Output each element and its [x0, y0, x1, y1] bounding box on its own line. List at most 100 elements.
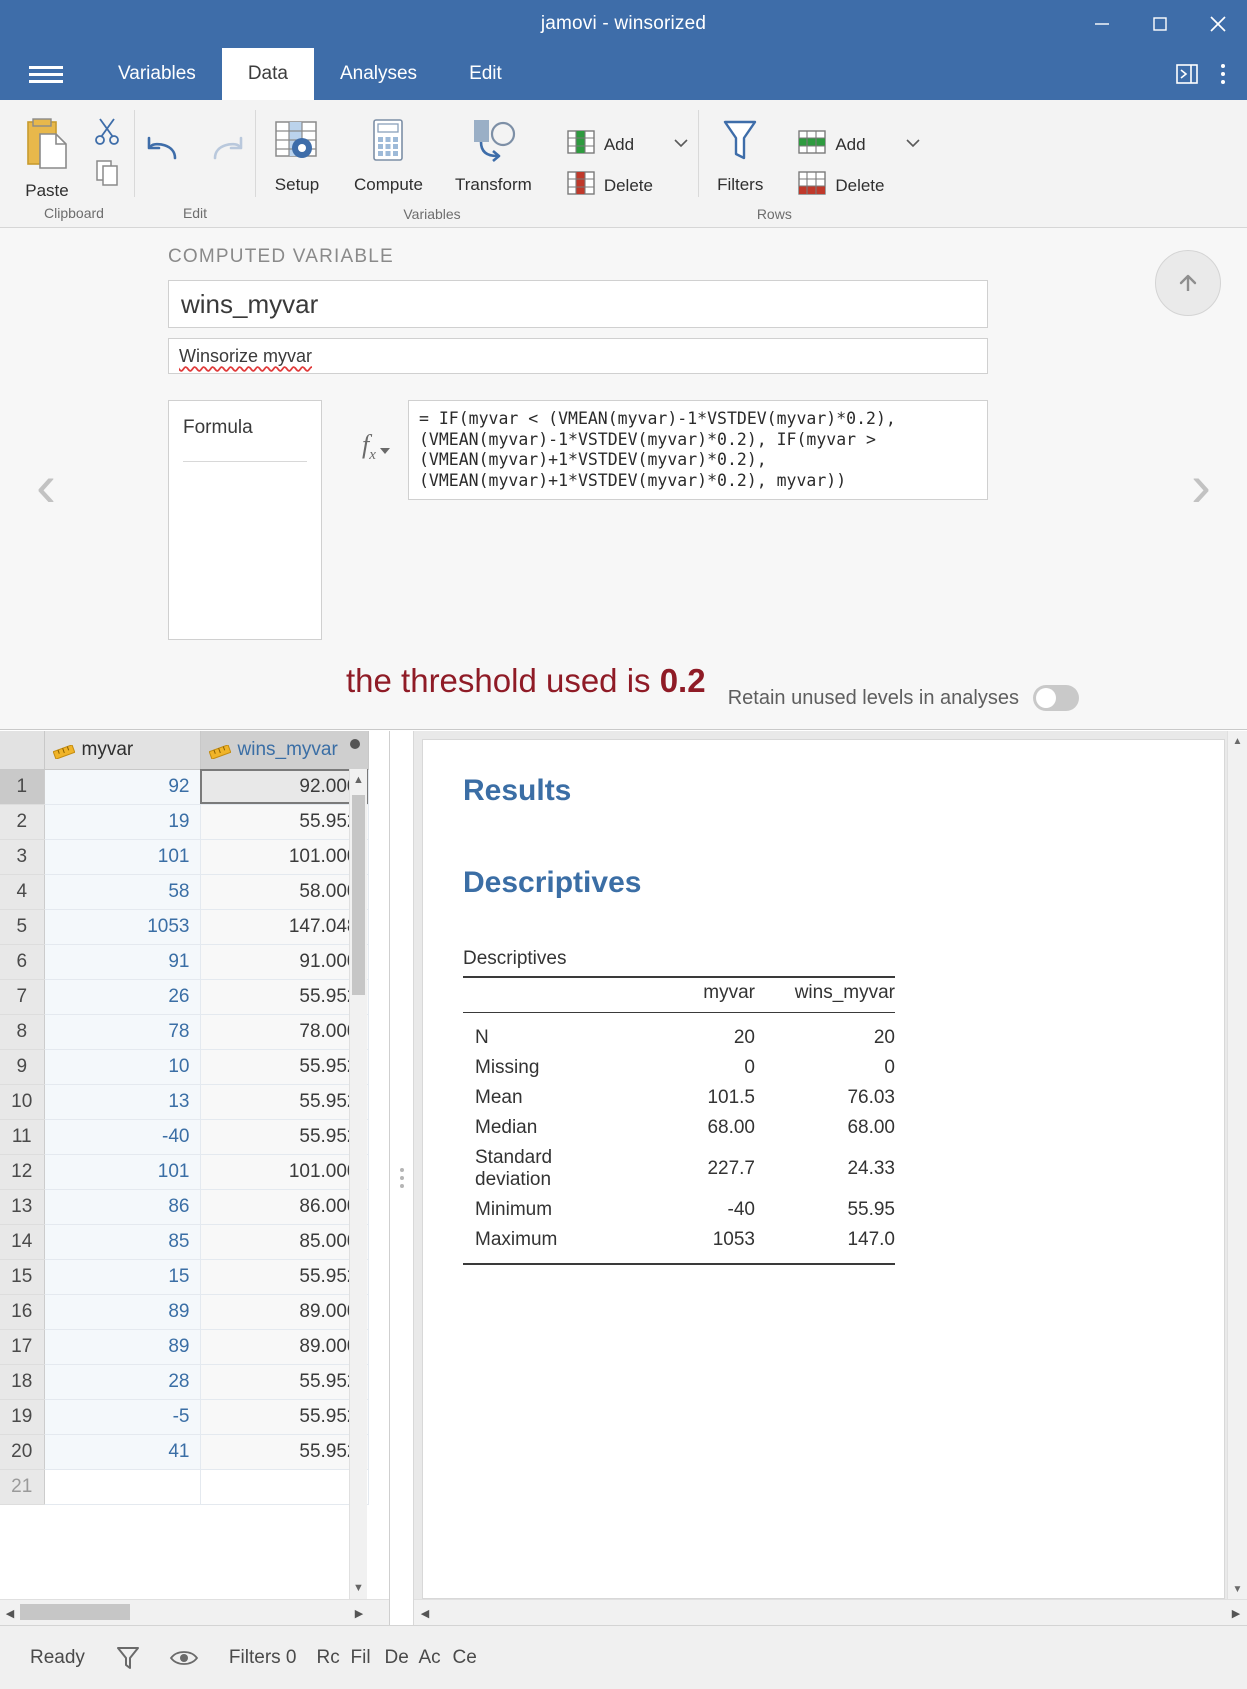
cell-myvar[interactable]: 58 — [44, 874, 201, 910]
scroll-up-icon[interactable]: ▲ — [350, 769, 367, 791]
results-scroll-down-icon[interactable]: ▼ — [1228, 1579, 1247, 1599]
table-row[interactable]: 19 -5 55.952 — [0, 1399, 369, 1435]
cell-wins-myvar[interactable]: 55.952 — [200, 979, 369, 1015]
cell-myvar[interactable]: 101 — [44, 839, 201, 875]
cell-wins-myvar[interactable]: 89.000 — [200, 1294, 369, 1330]
cell-wins-myvar[interactable]: 86.000 — [200, 1189, 369, 1225]
cell-myvar[interactable]: 1053 — [44, 909, 201, 945]
table-row[interactable]: 7 26 55.952 — [0, 979, 369, 1015]
eye-icon[interactable] — [155, 1647, 213, 1669]
results-scroll-left-icon[interactable]: ◀ — [414, 1600, 436, 1626]
row-number[interactable]: 13 — [0, 1189, 45, 1225]
previous-variable-arrow[interactable]: ‹ — [36, 456, 56, 516]
row-number[interactable]: 15 — [0, 1259, 45, 1295]
scroll-thumb-vertical[interactable] — [352, 795, 365, 995]
cell-myvar[interactable] — [44, 1469, 201, 1505]
compute-button[interactable]: Compute — [338, 112, 439, 199]
tab-analyses[interactable]: Analyses — [314, 48, 443, 100]
cell-myvar[interactable]: 85 — [44, 1224, 201, 1260]
row-number[interactable]: 4 — [0, 874, 45, 910]
chevron-down-icon[interactable] — [672, 136, 690, 154]
row-number[interactable]: 21 — [0, 1469, 45, 1505]
filter-icon-status[interactable] — [101, 1644, 155, 1672]
cell-myvar[interactable]: -5 — [44, 1399, 201, 1435]
cell-myvar[interactable]: 89 — [44, 1329, 201, 1365]
cell-wins-myvar[interactable]: 91.000 — [200, 944, 369, 980]
filters-button[interactable]: Filters — [699, 112, 781, 199]
transform-button[interactable]: Transform — [439, 112, 548, 199]
variable-description-input[interactable]: Winsorize myvar — [168, 338, 988, 374]
cell-myvar[interactable]: 10 — [44, 1049, 201, 1085]
variable-name-input[interactable]: wins_myvar — [168, 280, 988, 328]
column-header-myvar[interactable]: myvar — [44, 731, 201, 770]
expand-panel-icon[interactable] — [1167, 48, 1207, 100]
cell-myvar[interactable]: 26 — [44, 979, 201, 1015]
add-row-button[interactable]: Add — [789, 124, 929, 165]
table-row[interactable]: 10 13 55.952 — [0, 1084, 369, 1120]
cell-wins-myvar[interactable]: 55.952 — [200, 1434, 369, 1470]
formula-input[interactable]: = IF(myvar < (VMEAN(myvar)-1*VSTDEV(myva… — [408, 400, 988, 500]
row-number[interactable]: 16 — [0, 1294, 45, 1330]
cell-wins-myvar[interactable]: 92.000 — [200, 769, 369, 805]
tab-edit[interactable]: Edit — [443, 48, 528, 100]
results-document[interactable]: Results Descriptives Descriptives myvar … — [422, 739, 1225, 1599]
cell-myvar[interactable]: 101 — [44, 1154, 201, 1190]
cell-myvar[interactable]: 41 — [44, 1434, 201, 1470]
table-row[interactable]: 6 91 91.000 — [0, 944, 369, 980]
table-row[interactable]: 8 78 78.000 — [0, 1014, 369, 1050]
tab-variables[interactable]: Variables — [92, 48, 222, 100]
maximize-icon[interactable] — [1131, 0, 1189, 48]
results-scroll-up-icon[interactable]: ▲ — [1228, 731, 1247, 751]
cell-wins-myvar[interactable]: 55.952 — [200, 1399, 369, 1435]
next-variable-arrow[interactable]: › — [1191, 456, 1211, 516]
cell-myvar[interactable]: 15 — [44, 1259, 201, 1295]
row-number[interactable]: 3 — [0, 839, 45, 875]
table-row[interactable]: 12 101 101.000 — [0, 1154, 369, 1190]
chevron-down-icon-rows[interactable] — [904, 136, 922, 154]
table-row[interactable]: 14 85 85.000 — [0, 1224, 369, 1260]
cell-wins-myvar[interactable]: 55.952 — [200, 1084, 369, 1120]
row-number[interactable]: 11 — [0, 1119, 45, 1155]
table-row[interactable]: 17 89 89.000 — [0, 1329, 369, 1365]
cell-wins-myvar[interactable]: 78.000 — [200, 1014, 369, 1050]
collapse-editor-button[interactable] — [1155, 250, 1221, 316]
cell-wins-myvar[interactable]: 55.952 — [200, 1119, 369, 1155]
cell-wins-myvar[interactable]: 55.952 — [200, 1259, 369, 1295]
spreadsheet-horizontal-scrollbar[interactable]: ◀ ▶ — [0, 1599, 389, 1625]
row-number[interactable]: 5 — [0, 909, 45, 945]
cell-myvar[interactable]: 78 — [44, 1014, 201, 1050]
results-horizontal-scrollbar[interactable]: ◀ ▶ — [414, 1599, 1247, 1625]
row-number[interactable]: 12 — [0, 1154, 45, 1190]
row-number[interactable]: 6 — [0, 944, 45, 980]
cell-wins-myvar[interactable]: 101.000 — [200, 1154, 369, 1190]
paste-button[interactable]: Paste — [14, 106, 80, 205]
cell-wins-myvar[interactable]: 55.952 — [200, 1049, 369, 1085]
retain-unused-levels-toggle[interactable] — [1033, 685, 1079, 711]
row-number[interactable]: 18 — [0, 1364, 45, 1400]
cell-wins-myvar[interactable] — [200, 1469, 369, 1505]
cell-myvar[interactable]: -40 — [44, 1119, 201, 1155]
spreadsheet-vertical-scrollbar[interactable]: ▲ ▼ — [349, 769, 367, 1599]
table-row[interactable]: 4 58 58.000 — [0, 874, 369, 910]
redo-button[interactable] — [195, 128, 255, 177]
table-row[interactable]: 21 — [0, 1469, 369, 1505]
row-number[interactable]: 20 — [0, 1434, 45, 1470]
menu-icon[interactable] — [0, 48, 92, 100]
table-row[interactable]: 11 -40 55.952 — [0, 1119, 369, 1155]
cell-wins-myvar[interactable]: 89.000 — [200, 1329, 369, 1365]
cut-button[interactable] — [80, 114, 134, 153]
cell-myvar[interactable]: 19 — [44, 804, 201, 840]
cell-wins-myvar[interactable]: 85.000 — [200, 1224, 369, 1260]
cell-myvar[interactable]: 92 — [44, 769, 201, 805]
scroll-left-icon[interactable]: ◀ — [0, 1600, 20, 1626]
table-row[interactable]: 16 89 89.000 — [0, 1294, 369, 1330]
table-row[interactable]: 5 1053 147.048 — [0, 909, 369, 945]
row-number[interactable]: 8 — [0, 1014, 45, 1050]
cell-wins-myvar[interactable]: 55.952 — [200, 804, 369, 840]
table-row[interactable]: 13 86 86.000 — [0, 1189, 369, 1225]
row-number[interactable]: 19 — [0, 1399, 45, 1435]
table-row[interactable]: 3 101 101.000 — [0, 839, 369, 875]
scroll-thumb-horizontal[interactable] — [20, 1604, 130, 1620]
function-picker-button[interactable]: fx — [354, 418, 398, 476]
cell-myvar[interactable]: 28 — [44, 1364, 201, 1400]
